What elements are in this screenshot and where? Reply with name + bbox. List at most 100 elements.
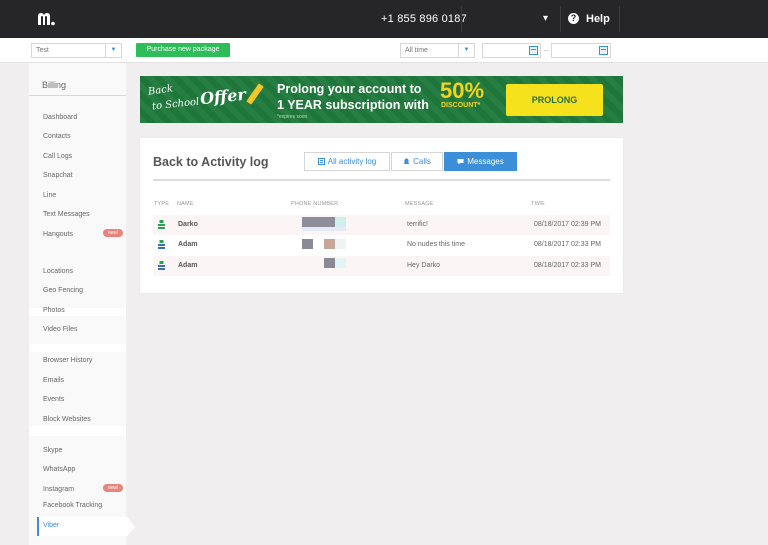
sidebar-item-text-messages[interactable]: Text Messages (43, 210, 123, 219)
table-row[interactable]: Adam No nudes this time 08/18/2017 02:33… (153, 235, 610, 255)
sidebar-heading-billing[interactable]: Billing (42, 80, 66, 90)
tab-messages[interactable]: Messages (444, 152, 517, 171)
new-badge: new! (103, 484, 123, 492)
banner-line-1: Prolong your account to (277, 82, 422, 96)
redacted-phone (302, 217, 335, 227)
redacted-phone (324, 258, 335, 268)
message-text: No nudes this time (407, 241, 465, 248)
sidebar-divider (29, 95, 126, 96)
tab-label: Calls (413, 157, 431, 166)
account-dropdown-icon[interactable]: ▾ (543, 13, 548, 24)
sidebar-item-facebook-tracking[interactable]: Facebook Tracking (43, 501, 103, 510)
purchase-package-button[interactable]: Purchase new package (136, 43, 230, 57)
sidebar-item-photos[interactable]: Photos (43, 306, 123, 315)
sidebar-group-gap (29, 426, 126, 436)
help-link[interactable]: Help (586, 13, 610, 25)
question-icon[interactable]: ? (568, 13, 579, 24)
sidebar-item-label: Viber (43, 522, 60, 529)
sidebar-item-skype[interactable]: Skype (43, 446, 123, 455)
table-row[interactable]: Darko terrific! 08/18/2017 02:39 PM (153, 215, 610, 235)
column-header-name: NAME (177, 201, 194, 207)
sidebar-item-block-websites[interactable]: Block Websites (43, 415, 123, 424)
sidebar: Billing Dashboard Contacts Call Logs Sna… (29, 63, 126, 545)
new-badge: new! (103, 229, 123, 237)
filter-bar: Test ▼ Purchase new package All time ▼ -… (0, 38, 768, 63)
top-bar: +1 855 896 0187 ▾ ? Help (0, 0, 768, 38)
message-type-icon (158, 261, 165, 270)
contact-name: Adam (178, 262, 198, 269)
tab-all-activity-log[interactable]: All activity log (304, 152, 390, 171)
message-time: 08/18/2017 02:39 PM (534, 221, 601, 228)
banner-percent: 50% (440, 78, 485, 103)
sidebar-item-snapchat[interactable]: Snapchat (43, 171, 123, 180)
calendar-icon[interactable] (529, 46, 538, 55)
table-row[interactable]: Adam Hey Darko 08/18/2017 02:33 PM (153, 256, 610, 276)
device-select-value: Test (36, 47, 49, 54)
tab-calls[interactable]: Calls (391, 152, 443, 171)
message-time: 08/18/2017 02:33 PM (534, 262, 601, 269)
column-header-message: MESSAGE (405, 201, 434, 207)
end-date-input[interactable] (551, 43, 611, 58)
banner-word-offer: Offer (199, 84, 247, 109)
message-text: Hey Darko (407, 262, 441, 269)
sidebar-item-line[interactable]: Line (43, 191, 123, 200)
tab-label: All activity log (327, 157, 377, 166)
redacted-phone (302, 227, 346, 231)
redacted-phone (335, 258, 346, 268)
message-text: terrific! (407, 221, 428, 228)
sidebar-item-contacts[interactable]: Contacts (43, 132, 123, 141)
sidebar-group-gap (29, 344, 126, 352)
sidebar-item-dashboard[interactable]: Dashboard (43, 113, 123, 122)
contact-name: Darko (178, 221, 198, 228)
mspy-logo-icon[interactable] (36, 10, 56, 28)
redacted-phone (335, 217, 346, 227)
banner-expires: *expires soon (277, 114, 308, 120)
divider (560, 6, 561, 32)
sidebar-item-call-logs[interactable]: Call Logs (43, 152, 123, 161)
list-icon (317, 158, 325, 165)
sidebar-item-viber[interactable]: Viber (37, 517, 127, 536)
tab-label: Messages (467, 157, 504, 166)
time-range-select[interactable]: All time ▼ (400, 43, 475, 58)
banner-discount: DISCOUNT* (441, 102, 481, 109)
column-header-type: TYPE (154, 201, 170, 207)
bell-icon (403, 158, 410, 164)
back-to-school-logo: Back to School Offer (144, 81, 268, 118)
column-header-time: TIME (531, 201, 545, 207)
sidebar-item-geo-fencing[interactable]: Geo Fencing (43, 286, 123, 295)
chevron-down-icon[interactable]: ▼ (105, 44, 121, 57)
message-type-icon (158, 220, 165, 229)
redacted-phone (335, 239, 346, 249)
activity-card: Back to Activity log All activity log Ca… (140, 138, 623, 293)
start-date-input[interactable] (482, 43, 541, 58)
banner-word-back: Back (147, 83, 174, 98)
column-header-phone: PHONE NUMBER (291, 201, 339, 207)
banner-line-2: 1 YEAR subscription with (277, 98, 429, 112)
redacted-phone (324, 239, 335, 249)
sidebar-item-whatsapp[interactable]: WhatsApp (43, 465, 123, 474)
message-time: 08/18/2017 02:33 PM (534, 241, 601, 248)
divider (461, 6, 462, 32)
time-range-value: All time (405, 47, 428, 54)
sidebar-group (29, 97, 126, 308)
sidebar-item-browser-history[interactable]: Browser History (43, 356, 123, 365)
back-to-activity-log-link[interactable]: Back to Activity log (153, 155, 269, 169)
calendar-icon[interactable] (599, 46, 608, 55)
banner-word-to-school: to School (151, 96, 200, 113)
prolong-button[interactable]: PROLONG (506, 84, 603, 116)
contact-name: Adam (178, 241, 198, 248)
support-phone: +1 855 896 0187 (381, 13, 467, 25)
sidebar-item-locations[interactable]: Locations (43, 267, 123, 276)
redacted-phone (302, 239, 313, 249)
pencil-icon (246, 83, 264, 105)
sidebar-item-emails[interactable]: Emails (43, 376, 123, 385)
message-icon (457, 159, 464, 165)
sidebar-item-events[interactable]: Events (43, 395, 123, 404)
chevron-down-icon[interactable]: ▼ (458, 44, 474, 57)
promo-banner[interactable]: Back to School Offer Prolong your accoun… (140, 76, 623, 123)
date-separator: -- (544, 48, 549, 55)
card-divider (153, 179, 610, 181)
sidebar-item-video-files[interactable]: Video Files (43, 325, 123, 334)
message-type-icon (158, 240, 165, 249)
device-select[interactable]: Test ▼ (31, 43, 122, 58)
